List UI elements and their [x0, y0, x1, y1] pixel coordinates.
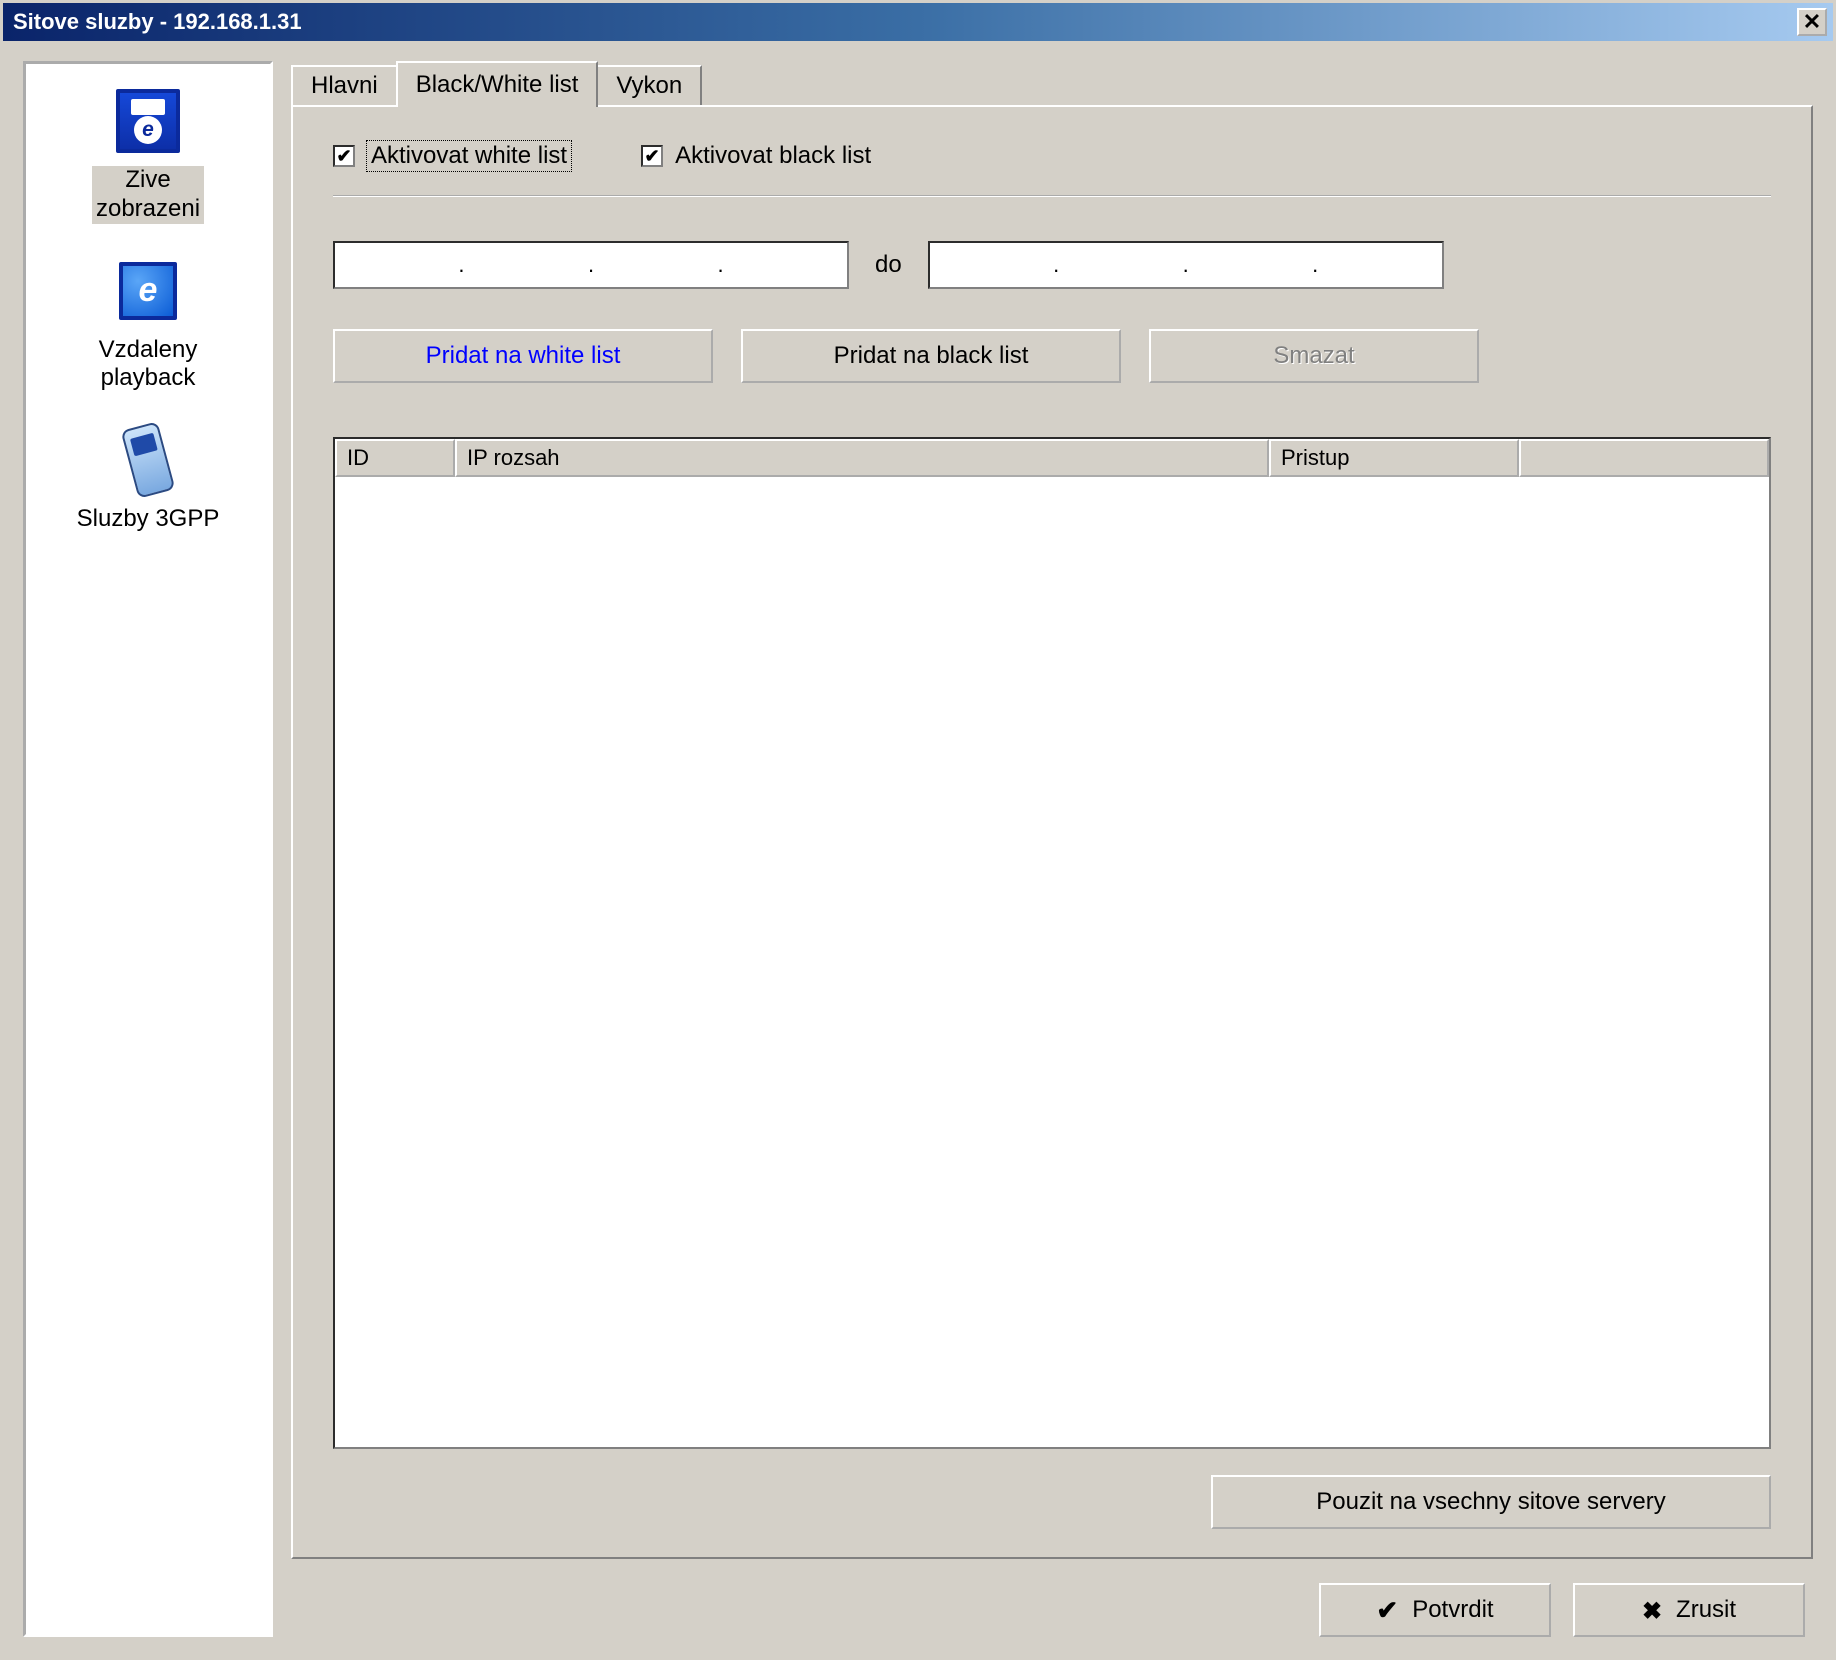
- checkbox-activate-black[interactable]: ✔ Aktivovat black list: [641, 142, 871, 170]
- cancel-button[interactable]: Zrusit: [1573, 1583, 1805, 1637]
- button-label: Smazat: [1273, 342, 1354, 370]
- ok-button[interactable]: Potvrdit: [1319, 1583, 1551, 1637]
- column-ip-range[interactable]: IP rozsah: [455, 439, 1269, 477]
- button-label: Pridat na black list: [834, 342, 1029, 370]
- sidebar: Zive zobrazeni e Vzdaleny playback Sluzb…: [23, 61, 273, 1637]
- footer-buttons: Potvrdit Zrusit: [291, 1583, 1813, 1637]
- ip-to-label: do: [875, 251, 902, 279]
- checkbox-icon: ✔: [333, 145, 355, 167]
- apply-row: Pouzit na vsechny sitove servery: [333, 1475, 1771, 1529]
- check-icon: [1376, 1595, 1398, 1626]
- column-id[interactable]: ID: [335, 439, 455, 477]
- apply-all-servers-button[interactable]: Pouzit na vsechny sitove servery: [1211, 1475, 1771, 1529]
- tab-panel: ✔ Aktivovat white list ✔ Aktivovat black…: [291, 105, 1813, 1559]
- checkbox-icon: ✔: [641, 145, 663, 167]
- sidebar-item-label: Zive zobrazeni: [92, 166, 204, 224]
- tabs-area: Hlavni Black/White list Vykon ✔ Aktivova…: [291, 61, 1813, 1559]
- separator: [333, 195, 1771, 197]
- add-white-button[interactable]: Pridat na white list: [333, 329, 713, 383]
- body: Zive zobrazeni e Vzdaleny playback Sluzb…: [3, 41, 1833, 1657]
- delete-button[interactable]: Smazat: [1149, 329, 1479, 383]
- add-black-button[interactable]: Pridat na black list: [741, 329, 1121, 383]
- tab-performance[interactable]: Vykon: [596, 65, 702, 105]
- floppy-icon: [111, 84, 185, 158]
- ip-list-table: ID IP rozsah Pristup: [333, 437, 1771, 1449]
- sidebar-item-label: Vzdaleny playback: [99, 336, 198, 394]
- ip-to-input[interactable]: . . .: [928, 241, 1444, 289]
- tab-label: Hlavni: [311, 72, 378, 100]
- ip-range-row: . . . do . . .: [333, 241, 1771, 289]
- button-label: Zrusit: [1676, 1596, 1736, 1624]
- button-label: Pridat na white list: [426, 342, 621, 370]
- close-icon: ✕: [1803, 9, 1821, 35]
- tab-black-white-list[interactable]: Black/White list: [396, 61, 599, 107]
- main-panel: Hlavni Black/White list Vykon ✔ Aktivova…: [291, 61, 1813, 1637]
- sidebar-item-live-display[interactable]: Zive zobrazeni: [92, 84, 204, 224]
- table-body[interactable]: [335, 477, 1769, 1447]
- checkbox-activate-white[interactable]: ✔ Aktivovat white list: [333, 141, 571, 171]
- button-row: Pridat na white list Pridat na black lis…: [333, 329, 1771, 383]
- table-header: ID IP rozsah Pristup: [335, 439, 1769, 477]
- x-icon: [1642, 1595, 1662, 1626]
- column-blank[interactable]: [1519, 439, 1769, 477]
- close-button[interactable]: ✕: [1797, 8, 1827, 36]
- button-label: Potvrdit: [1412, 1596, 1493, 1624]
- browser-e-icon: e: [111, 254, 185, 328]
- window: Sitove sluzby - 192.168.1.31 ✕ Zive zobr…: [0, 0, 1836, 1660]
- window-title: Sitove sluzby - 192.168.1.31: [9, 9, 302, 35]
- checkbox-label: Aktivovat white list: [367, 141, 571, 171]
- sidebar-item-3gpp-services[interactable]: Sluzby 3GPP: [77, 423, 220, 534]
- checkbox-row: ✔ Aktivovat white list ✔ Aktivovat black…: [333, 141, 1771, 171]
- button-label: Pouzit na vsechny sitove servery: [1316, 1488, 1666, 1516]
- tab-label: Black/White list: [416, 71, 579, 99]
- tab-label: Vykon: [616, 72, 682, 100]
- column-access[interactable]: Pristup: [1269, 439, 1519, 477]
- ip-from-input[interactable]: . . .: [333, 241, 849, 289]
- phone-icon: [111, 423, 185, 497]
- sidebar-item-remote-playback[interactable]: e Vzdaleny playback: [99, 254, 198, 394]
- tab-main[interactable]: Hlavni: [291, 65, 398, 105]
- titlebar: Sitove sluzby - 192.168.1.31 ✕: [3, 3, 1833, 41]
- checkbox-label: Aktivovat black list: [675, 142, 871, 170]
- tabstrip: Hlavni Black/White list Vykon: [291, 61, 1813, 105]
- sidebar-item-label: Sluzby 3GPP: [77, 505, 220, 534]
